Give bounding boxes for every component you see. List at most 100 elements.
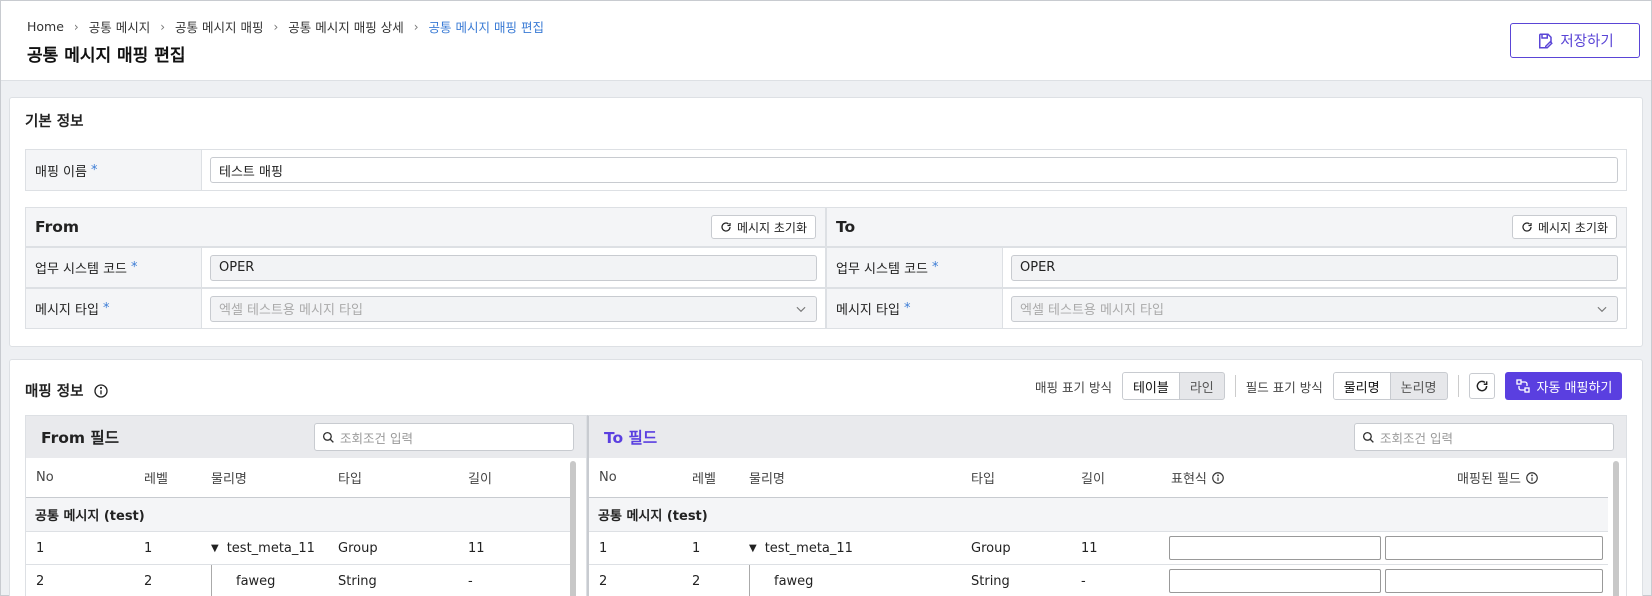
cell-name: faweg [739,565,961,596]
col-type[interactable]: 타입 [961,458,1071,497]
cell-type: Group [971,540,1011,556]
mapping-name-label-text: 매핑 이름 [35,164,87,180]
chevron-right-icon: › [273,19,279,34]
from-fields-header: From 필드 조회조건 입력 [26,416,586,458]
caret-down-icon[interactable]: ▼ [749,543,757,554]
to-fields-title: To 필드 [604,429,658,447]
to-fields-table: No 레벨 물리명 타입 길이 표현식 매핑된 필드 공통 메시지 (test)… [589,458,1608,596]
from-system-code-input[interactable]: OPER [210,254,817,281]
basic-info-title: 기본 정보 [25,114,84,130]
cell-length: 11 [468,540,485,556]
from-reset-label: 메시지 초기화 [736,220,807,235]
cell-expression [1161,532,1383,564]
from-fields-title: From 필드 [41,429,119,447]
divider [1457,375,1459,397]
chevron-right-icon: › [413,19,419,34]
cell-length: - [1081,573,1086,589]
info-icon[interactable] [1525,471,1539,485]
col-expression-label[interactable]: 표현식 [1171,468,1207,487]
expression-input[interactable] [1169,536,1381,560]
col-length[interactable]: 길이 [1071,458,1161,497]
required-mark: * [903,301,911,316]
to-msg-type-label: 메시지 타입 * [827,289,1003,328]
col-no[interactable]: No [26,458,134,497]
from-reset-button[interactable]: 메시지 초기화 [710,215,816,239]
cell-name-text: faweg [236,573,276,589]
save-button[interactable]: 저장하기 [1510,23,1640,58]
field-mode-label: 필드 표기 방식 [1245,379,1323,395]
mapped-field-input[interactable] [1385,569,1603,593]
col-length[interactable]: 길이 [458,458,558,497]
col-type[interactable]: 타입 [328,458,458,497]
chevron-down-icon [1597,306,1607,312]
col-mapped-field-label[interactable]: 매핑된 필드 [1457,468,1521,487]
cell-level: 1 [692,540,701,556]
field-mode-physical[interactable]: 물리명 [1333,373,1391,399]
breadcrumb: Home › 공통 메시지 › 공통 메시지 매핑 › 공통 메시지 매핑 상세… [27,17,544,36]
auto-mapping-label: 자동 매핑하기 [1536,380,1613,396]
to-msg-type-row: 메시지 타입 * 엑셀 테스트용 메시지 타입 [826,288,1627,329]
breadcrumb-mapping[interactable]: 공통 메시지 매핑 [175,17,263,36]
cell-no: 2 [36,573,45,589]
from-fields-table: No 레벨 물리명 타입 길이 공통 메시지 (test) 1 1 ▼ test… [26,458,570,596]
expression-input[interactable] [1169,569,1381,593]
search-icon [1362,431,1374,443]
breadcrumb-current: 공통 메시지 매핑 편집 [428,20,544,35]
from-msg-type-select[interactable]: 엑셀 테스트용 메시지 타입 [210,295,817,322]
refresh-icon [721,222,731,232]
required-mark: * [131,260,138,275]
cell-mapped-field [1383,532,1603,564]
field-mode-logical[interactable]: 논리명 [1391,373,1447,399]
to-fields-header: To 필드 조회조건 입력 [589,416,1626,458]
to-msg-type-select[interactable]: 엑셀 테스트용 메시지 타입 [1011,295,1618,322]
col-level[interactable]: 레벨 [682,458,739,497]
display-mode-line[interactable]: 라인 [1180,373,1224,399]
display-mode-table[interactable]: 테이블 [1122,373,1180,399]
mapping-refresh-button[interactable] [1468,373,1495,399]
breadcrumb-mapping-detail[interactable]: 공통 메시지 매핑 상세 [288,17,403,36]
mapping-name-input[interactable]: 테스트 매핑 [210,157,1618,183]
auto-mapping-button[interactable]: 자동 매핑하기 [1504,372,1623,400]
col-name[interactable]: 물리명 [739,458,961,497]
col-name[interactable]: 물리명 [201,458,328,497]
breadcrumb-common-message[interactable]: 공통 메시지 [89,17,150,36]
to-fields-search-input[interactable]: 조회조건 입력 [1354,423,1614,451]
from-msg-type-label-text: 메시지 타입 [35,303,99,318]
cell-level: 2 [144,573,153,589]
save-icon [1539,33,1554,48]
cell-type: String [971,573,1010,589]
table-row[interactable]: 1 1 ▼ test_meta_11 Group 11 [26,532,570,565]
to-title: To [836,218,856,236]
refresh-icon [1522,222,1532,232]
to-fields-scrollbar[interactable] [1613,461,1619,596]
from-fields-search-placeholder: 조회조건 입력 [340,430,413,446]
to-reset-button[interactable]: 메시지 초기화 [1511,215,1617,239]
cell-mapped-field [1383,565,1603,596]
mapping-name-field: 테스트 매핑 [202,150,1626,190]
cell-level: 2 [692,573,701,589]
mapping-controls: 매핑 표기 방식 테이블 라인 필드 표기 방식 물리명 논리명 자동 매핑하기 [1035,372,1623,400]
from-title: From [35,218,80,236]
table-row[interactable]: 1 1 ▼ test_meta_11 Group 11 [589,532,1608,565]
display-mode-toggle: 테이블 라인 [1121,372,1225,400]
table-row[interactable]: 2 2 faweg String - [589,565,1608,596]
info-icon[interactable] [1211,471,1225,485]
search-icon [322,431,334,443]
table-header: No 레벨 물리명 타입 길이 표현식 매핑된 필드 [589,458,1608,498]
mapped-field-input[interactable] [1385,536,1603,560]
col-no[interactable]: No [589,458,682,497]
caret-down-icon[interactable]: ▼ [211,543,219,554]
table-row[interactable]: 2 2 faweg String - [26,565,570,596]
table-group-row: 공통 메시지 (test) [26,498,570,532]
from-system-code-label-text: 업무 시스템 코드 [35,262,127,277]
from-fields-search-input[interactable]: 조회조건 입력 [314,423,574,451]
from-system-code-field: OPER [202,248,825,287]
tree-indent-line [749,565,750,596]
breadcrumb-home[interactable]: Home [27,19,64,34]
from-fields-scrollbar[interactable] [570,461,576,596]
field-mode-toggle: 물리명 논리명 [1332,372,1448,400]
col-level[interactable]: 레벨 [134,458,201,497]
to-system-code-input[interactable]: OPER [1011,254,1618,281]
from-system-code-row: 업무 시스템 코드 * OPER [25,247,826,288]
info-icon[interactable] [93,383,109,399]
